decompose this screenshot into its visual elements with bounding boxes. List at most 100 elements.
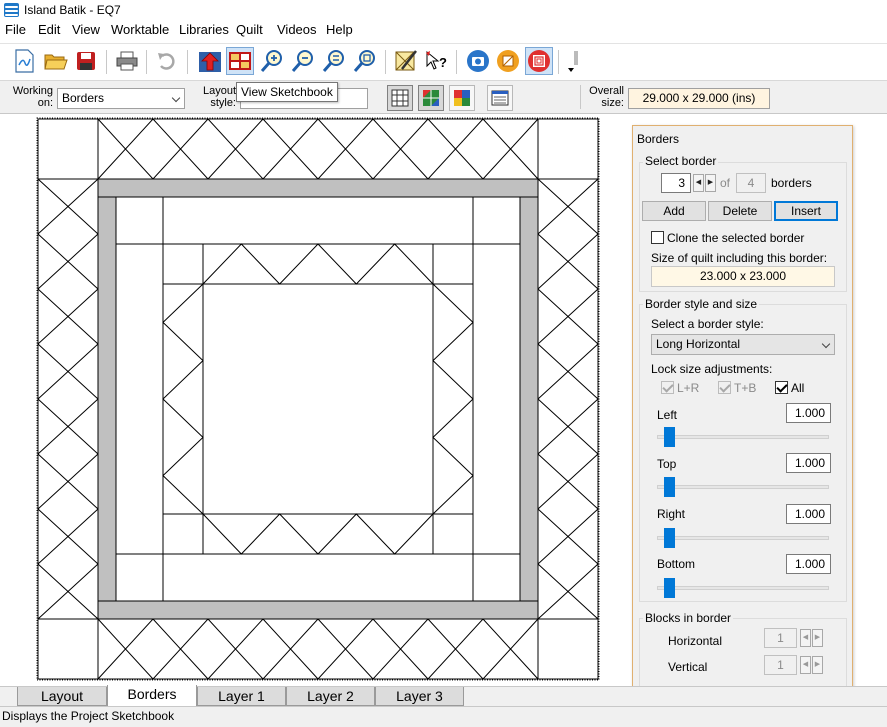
top-size-field[interactable]: 1.000 (786, 453, 831, 473)
right-size-slider[interactable] (657, 536, 829, 540)
menu-quilt[interactable]: Quilt (236, 22, 263, 37)
undo-arrow-icon (158, 53, 175, 70)
insert-border-button[interactable]: Insert (774, 201, 838, 221)
sketchbook-icon (229, 52, 251, 70)
select-border-title: Select border (643, 154, 719, 168)
quilt-worksheet-button[interactable] (487, 85, 513, 111)
window-title: Island Batik - EQ7 (24, 3, 121, 17)
color-tool-button[interactable] (494, 47, 522, 75)
arrow-left-icon: ◀ (802, 634, 809, 641)
clone-border-checkbox[interactable] (651, 231, 664, 244)
zoom-out-button[interactable] (289, 47, 317, 75)
horizontal-blocks-field: 1 (764, 628, 797, 648)
bottom-size-slider[interactable] (657, 586, 829, 590)
left-size-slider-thumb[interactable] (664, 427, 675, 447)
lock-all-checkbox[interactable] (775, 381, 788, 394)
menu-edit[interactable]: Edit (38, 22, 60, 37)
grid-view-button[interactable] (387, 85, 413, 111)
add-to-sketchbook-icon (199, 52, 221, 72)
chevron-down-icon (821, 339, 831, 349)
menu-view[interactable]: View (72, 22, 100, 37)
corner-bottom-left (37, 618, 99, 680)
save-button[interactable] (72, 47, 100, 75)
toolbar-overflow-button[interactable] (562, 47, 582, 75)
vertical-blocks-up[interactable]: ▶ (812, 656, 823, 674)
horizontal-blocks-up[interactable]: ▶ (812, 629, 823, 647)
top-size-slider[interactable] (657, 485, 829, 489)
quilt-style-button[interactable] (525, 47, 553, 75)
blocks-view-button[interactable] (418, 85, 444, 111)
fabric-view-button[interactable] (449, 85, 475, 111)
tab-layout[interactable]: Layout (17, 687, 107, 706)
edit-block-button[interactable] (392, 47, 420, 75)
menu-help[interactable]: Help (326, 22, 353, 37)
arrow-left-icon: ◀ (695, 179, 702, 186)
add-to-sketchbook-button[interactable] (196, 47, 224, 75)
tab-layer-3[interactable]: Layer 3 (375, 687, 464, 706)
gray-border-bottom (97, 600, 539, 620)
new-project-button[interactable] (10, 47, 38, 75)
main-toolbar: ? (0, 43, 887, 79)
menu-file[interactable]: File (5, 22, 26, 37)
left-size-field[interactable]: 1.000 (786, 403, 831, 423)
add-border-button[interactable]: Add (642, 201, 706, 221)
menu-bar: File Edit View Worktable Libraries Quilt… (0, 20, 887, 40)
corner-top-left (37, 118, 99, 180)
horizontal-blocks-label: Horizontal (668, 634, 723, 648)
vertical-blocks-down[interactable]: ◀ (800, 656, 811, 674)
menu-worktable[interactable]: Worktable (111, 22, 169, 37)
undo-button[interactable] (153, 47, 181, 75)
bottom-size-field[interactable]: 1.000 (786, 554, 831, 574)
top-size-slider-thumb[interactable] (664, 477, 675, 497)
right-size-field[interactable]: 1.000 (786, 504, 831, 524)
border-total-field: 4 (736, 173, 766, 193)
top-size-label: Top (657, 457, 677, 471)
view-sketchbook-tooltip: View Sketchbook (236, 82, 338, 102)
border-next-button[interactable]: ▶ (705, 174, 716, 192)
border-style-select[interactable]: Long Horizontal (651, 334, 835, 355)
quilt-size-label: Size of quilt including this border: (651, 251, 828, 265)
color-blocks-icon (454, 90, 470, 106)
tool-help-button[interactable]: ? (422, 47, 450, 75)
lock-size-label: Lock size adjustments: (651, 362, 773, 376)
working-on-select[interactable]: Borders (57, 88, 185, 109)
view-sketchbook-button[interactable] (226, 47, 254, 75)
arrow-right-icon: ▶ (814, 634, 821, 641)
horizontal-blocks-down[interactable]: ◀ (800, 629, 811, 647)
refresh-view-button[interactable] (320, 47, 348, 75)
quilt-target-icon (528, 50, 550, 72)
tab-borders[interactable]: Borders (107, 685, 197, 707)
print-button[interactable] (113, 47, 141, 75)
status-bar: Displays the Project Sketchbook (0, 706, 887, 727)
blocks-in-border-title: Blocks in border (643, 611, 734, 625)
border-number-field[interactable]: 3 (661, 173, 691, 193)
bottom-size-label: Bottom (657, 557, 696, 571)
delete-border-button[interactable]: Delete (708, 201, 772, 221)
worktable-options-bar: Working on: Borders Layout style: Overal… (0, 80, 887, 114)
bottom-size-slider-thumb[interactable] (664, 578, 675, 598)
overall-size-label: Overall size: (589, 85, 624, 109)
printer-icon (116, 51, 138, 71)
vertical-blocks-field: 1 (764, 655, 797, 675)
camera-icon (467, 50, 489, 72)
border-style-value: Long Horizontal (656, 337, 741, 351)
left-size-slider[interactable] (657, 435, 829, 439)
clone-border-label: Clone the selected border (667, 231, 805, 245)
fit-to-worktable-button[interactable] (351, 47, 379, 75)
tab-layer-1[interactable]: Layer 1 (197, 687, 286, 706)
menu-libraries[interactable]: Libraries (179, 22, 229, 37)
lock-tb-checkbox[interactable] (718, 381, 731, 394)
photo-button[interactable] (464, 47, 492, 75)
border-prev-button[interactable]: ◀ (693, 174, 704, 192)
tab-layer-2[interactable]: Layer 2 (286, 687, 375, 706)
right-size-slider-thumb[interactable] (664, 528, 675, 548)
color-wheel-icon (497, 50, 519, 72)
whats-this-help-icon: ? (426, 50, 447, 70)
open-project-button[interactable] (42, 47, 70, 75)
lock-lr-checkbox[interactable] (661, 381, 674, 394)
quilt-drawing[interactable] (36, 117, 600, 681)
zoom-in-button[interactable] (258, 47, 286, 75)
menu-videos[interactable]: Videos (277, 22, 317, 37)
lock-all-label: All (791, 381, 805, 395)
layout-style-label: Layout style: (202, 85, 236, 109)
